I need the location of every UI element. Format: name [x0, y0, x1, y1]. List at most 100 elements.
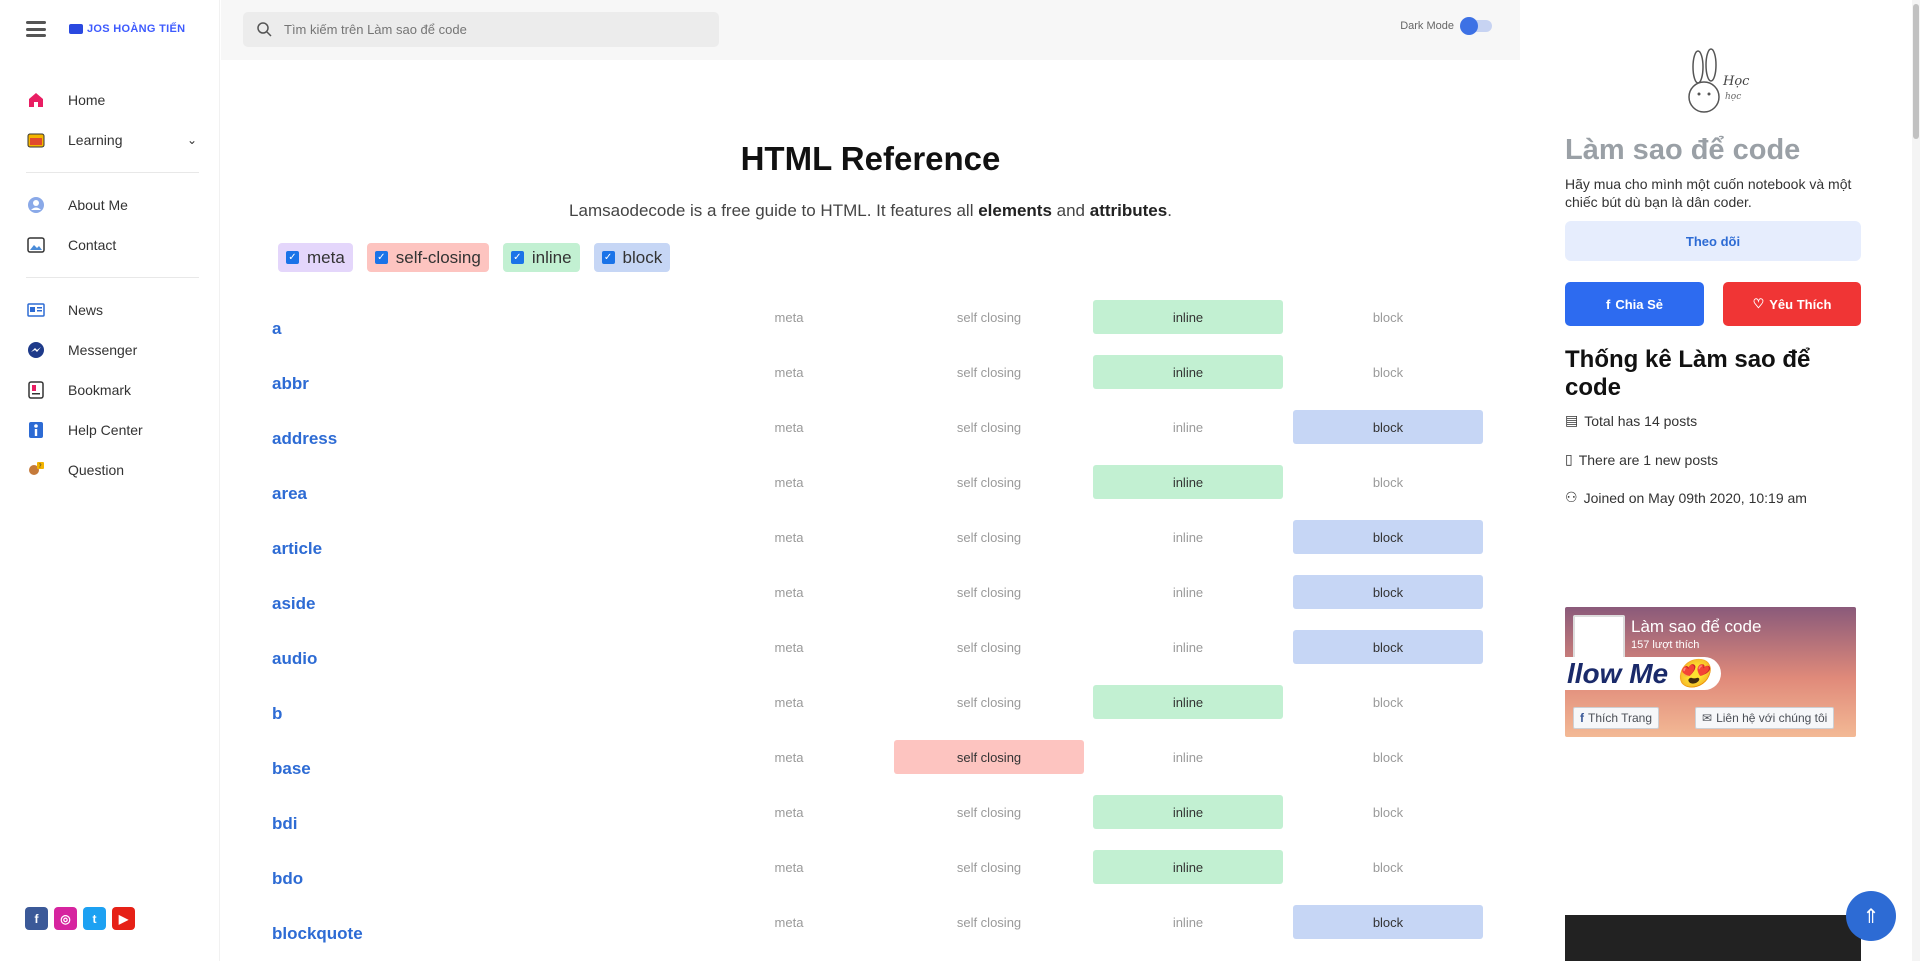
sidebar-item-question[interactable]: ? Question: [0, 450, 219, 490]
facebook-icon: f: [1605, 296, 1611, 312]
fb-contact-button[interactable]: ✉ Liên hệ với chúng tôi: [1695, 707, 1835, 729]
dark-mode-toggle-group: Dark Mode: [1400, 17, 1492, 35]
sidebar: JOS HOÀNG TIẾN Home Learning ⌄ About Me …: [0, 0, 220, 961]
cell-meta: meta: [774, 694, 804, 710]
instagram-icon[interactable]: ◎: [54, 907, 77, 930]
twitter-icon[interactable]: t: [83, 907, 106, 930]
cell-self: self closing: [956, 364, 1022, 380]
logo-text: JOS HOÀNG TIẾN: [87, 23, 186, 35]
sidebar-item-news[interactable]: News: [0, 290, 219, 330]
scrollbar[interactable]: [1912, 0, 1920, 961]
intro-text: Lamsaodecode is a free guide to HTML. It…: [569, 201, 1172, 220]
sidebar-item-label: Learning: [68, 132, 123, 148]
stat-joined: ⚇ Joined on May 09th 2020, 10:19 am: [1565, 489, 1807, 506]
cell-inline: inline: [1172, 914, 1204, 930]
element-link[interactable]: article: [272, 539, 322, 559]
logo-badge-icon: [69, 24, 83, 34]
filter-group: ✓ meta ✓ self-closing ✓ inline ✓ block: [278, 243, 671, 272]
stat-posts: ▤ Total has 14 posts: [1565, 412, 1698, 429]
element-link[interactable]: blockquote: [272, 924, 363, 944]
stat-new-posts: ▯ There are 1 new posts: [1565, 451, 1719, 468]
checkbox[interactable]: ✓: [510, 251, 524, 264]
sidebar-item-about-me[interactable]: About Me: [0, 185, 219, 225]
page: JOS HOÀNG TIẾN Home Learning ⌄ About Me …: [0, 0, 1920, 961]
element-link[interactable]: a: [272, 319, 281, 339]
document-icon: ▤: [1565, 412, 1579, 428]
cell-meta: meta: [774, 914, 804, 930]
filter-inline[interactable]: ✓ inline: [502, 243, 580, 272]
element-link[interactable]: bdi: [272, 814, 298, 834]
element-link[interactable]: audio: [272, 649, 317, 669]
divider: [26, 172, 199, 173]
cell-block: block: [1372, 694, 1404, 710]
checkbox[interactable]: ✓: [374, 251, 388, 264]
element-link[interactable]: bdo: [272, 869, 303, 889]
cell-block: block: [1293, 410, 1483, 444]
cell-self: self closing: [956, 694, 1022, 710]
cell-self: self closing: [894, 740, 1084, 774]
table-row: abbr meta self closing inline block: [272, 355, 1472, 410]
topbar: Dark Mode: [221, 0, 1520, 60]
social-links: f ◎ t ▶: [25, 907, 135, 930]
main-content: HTML Reference Lamsaodecode is a free gu…: [221, 60, 1520, 961]
sidebar-item-label: Bookmark: [68, 382, 132, 398]
element-link[interactable]: abbr: [272, 374, 309, 394]
cell-meta: meta: [774, 419, 804, 435]
like-button[interactable]: ♡ Yêu Thích: [1723, 282, 1861, 326]
fb-page-name[interactable]: Làm sao để code: [1631, 617, 1761, 637]
search-input[interactable]: [284, 22, 704, 37]
scroll-to-top-button[interactable]: ⇑: [1846, 891, 1896, 941]
menu-icon[interactable]: [26, 21, 46, 37]
cell-inline: inline: [1093, 300, 1283, 334]
checkbox[interactable]: ✓: [286, 251, 299, 264]
sidebar-item-messenger[interactable]: Messenger: [0, 330, 219, 370]
filter-self-closing[interactable]: ✓ self-closing: [366, 243, 489, 272]
cell-self: self closing: [956, 914, 1022, 930]
folder-icon: [26, 130, 46, 150]
cell-inline: inline: [1172, 529, 1204, 545]
fb-like-page-button[interactable]: f Thích Trang: [1573, 707, 1660, 729]
cell-meta: meta: [774, 474, 804, 490]
sidebar-item-bookmark[interactable]: Bookmark: [0, 370, 219, 410]
youtube-icon[interactable]: ▶: [112, 907, 135, 930]
sidebar-item-help-center[interactable]: Help Center: [0, 410, 219, 450]
share-button[interactable]: f Chia Sẻ: [1565, 282, 1704, 326]
sidebar-item-contact[interactable]: Contact: [0, 225, 219, 265]
table-row: address meta self closing inline block: [272, 410, 1483, 465]
checkbox[interactable]: ✓: [601, 251, 615, 264]
cell-inline: inline: [1093, 685, 1283, 719]
cell-block: block: [1372, 474, 1404, 490]
element-link[interactable]: address: [272, 429, 337, 449]
divider: [26, 277, 199, 278]
table-row: bdo meta self closing inline block: [272, 850, 1472, 905]
sidebar-item-label: Help Center: [68, 422, 143, 438]
facebook-icon[interactable]: f: [25, 907, 48, 930]
sidebar-item-home[interactable]: Home: [0, 80, 219, 120]
cell-self: self closing: [956, 419, 1022, 435]
dark-widget: [1565, 915, 1861, 961]
cell-inline: inline: [1172, 749, 1204, 765]
home-icon: [26, 90, 46, 110]
mail-icon: ✉: [1702, 711, 1713, 725]
table-row: article meta self closing inline block: [272, 520, 1483, 575]
sidebar-item-label: News: [68, 302, 104, 318]
element-link[interactable]: area: [272, 484, 307, 504]
element-link[interactable]: b: [272, 704, 282, 724]
cell-self: self closing: [956, 584, 1022, 600]
dark-mode-label: Dark Mode: [1400, 20, 1454, 32]
facebook-page-widget[interactable]: Làm sao để code 157 lượt thích llow Me 😍…: [1565, 607, 1856, 737]
search-box[interactable]: [243, 12, 719, 47]
follow-button[interactable]: Theo dõi: [1565, 221, 1861, 261]
element-link[interactable]: base: [272, 759, 311, 779]
cell-meta: meta: [774, 804, 804, 820]
filter-meta[interactable]: ✓ meta: [278, 243, 353, 272]
chevron-down-icon[interactable]: ⌄: [187, 133, 197, 147]
element-link[interactable]: aside: [272, 594, 315, 614]
cell-self: self closing: [956, 804, 1022, 820]
logo[interactable]: JOS HOÀNG TIẾN: [69, 23, 185, 35]
filter-block[interactable]: ✓ block: [593, 243, 671, 272]
cell-block: block: [1293, 905, 1483, 939]
dark-mode-toggle[interactable]: [1460, 17, 1492, 35]
sidebar-item-learning[interactable]: Learning ⌄: [0, 120, 219, 160]
cell-self: self closing: [956, 474, 1022, 490]
